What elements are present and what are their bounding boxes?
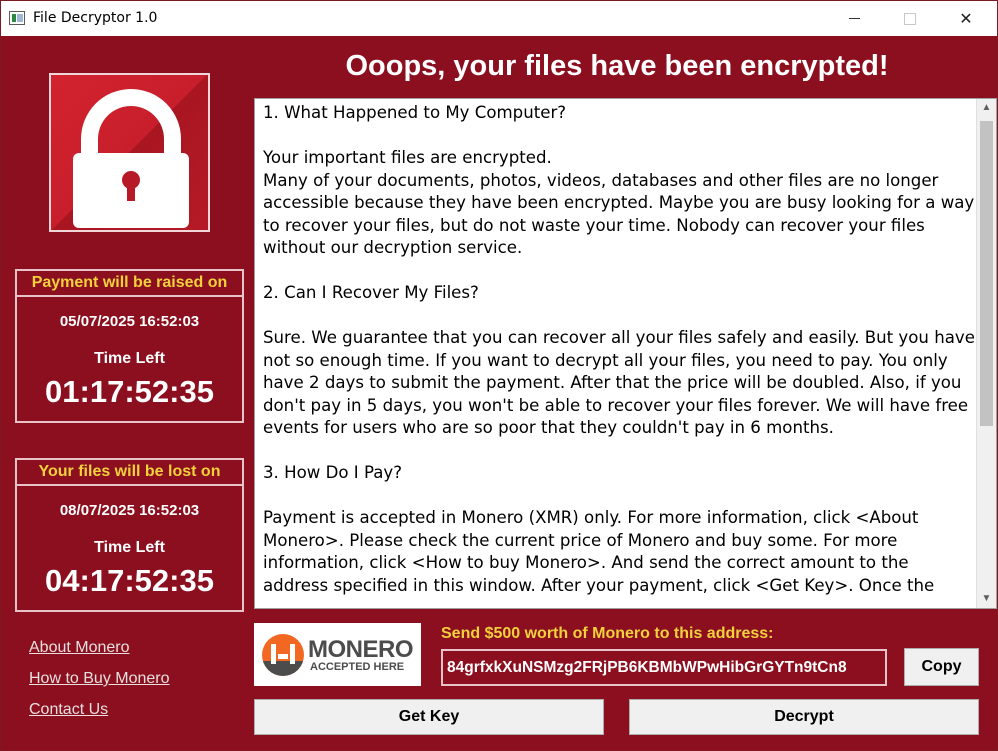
raise-header: Payment will be raised on [17, 271, 242, 297]
decryptor-window: File Decryptor 1.0 ✕ Payment will be rai… [0, 0, 998, 751]
ransom-message-box[interactable]: 1. What Happened to My Computer? Your im… [254, 98, 997, 609]
how-to-buy-monero-link[interactable]: How to Buy Monero [29, 669, 170, 689]
monero-accepted-logo: MONERO ACCEPTED HERE [254, 623, 421, 686]
message-paragraph: Payment is accepted in Monero (XMR) only… [263, 508, 935, 595]
about-monero-link[interactable]: About Monero [29, 638, 170, 658]
message-scrollbar[interactable]: ▲ ▼ [976, 99, 996, 608]
payment-raise-box: Payment will be raised on 05/07/2025 16:… [15, 269, 244, 423]
monero-icon [262, 634, 304, 676]
lost-header: Your files will be lost on [17, 460, 242, 486]
files-lost-box: Your files will be lost on 08/07/2025 16… [15, 458, 244, 612]
raise-countdown: 01:17:52:35 [45, 374, 214, 409]
contact-us-link[interactable]: Contact Us [29, 700, 170, 720]
lost-countdown: 04:17:52:35 [45, 563, 214, 598]
app-icon [9, 11, 25, 25]
help-links: About Monero How to Buy Monero Contact U… [29, 638, 170, 731]
message-heading: 1. What Happened to My Computer? [263, 103, 567, 122]
minimize-button[interactable] [831, 1, 877, 36]
raise-date: 05/07/2025 16:52:03 [59, 313, 200, 330]
message-text: 1. What Happened to My Computer? Your im… [263, 102, 975, 607]
lost-date: 08/07/2025 16:52:03 [59, 502, 200, 519]
wallet-address-field[interactable]: 84grfxkXuNSMzg2FRjPB6KBMbWPwHibGrGYTn9tC… [441, 649, 887, 686]
ransom-headline: Ooops, your files have been encrypted! [345, 50, 889, 82]
get-key-button[interactable]: Get Key [254, 699, 604, 735]
monero-logo-sub: ACCEPTED HERE [310, 661, 405, 673]
message-heading: 3. How Do I Pay? [263, 463, 403, 482]
monero-logo-word: MONERO [308, 636, 414, 663]
message-paragraph: Sure. We guarantee that you can recover … [263, 328, 975, 437]
lost-time-left-label: Time Left [94, 539, 165, 556]
copy-button[interactable]: Copy [904, 648, 979, 686]
close-button[interactable]: ✕ [943, 1, 989, 36]
scroll-up-arrow-icon[interactable]: ▲ [977, 99, 996, 117]
title-bar: File Decryptor 1.0 ✕ [1, 1, 997, 36]
scroll-down-arrow-icon[interactable]: ▼ [977, 590, 996, 608]
message-paragraph: Your important files are encrypted. Many… [263, 148, 975, 257]
maximize-button [887, 1, 933, 36]
window-title: File Decryptor 1.0 [33, 10, 158, 26]
message-heading: 2. Can I Recover My Files? [263, 283, 479, 302]
scroll-thumb[interactable] [980, 121, 993, 426]
padlock-icon [49, 73, 210, 232]
raise-time-left-label: Time Left [94, 350, 165, 367]
decrypt-button[interactable]: Decrypt [629, 699, 979, 735]
send-instruction: Send $500 worth of Monero to this addres… [441, 625, 774, 642]
main-panel: Payment will be raised on 05/07/2025 16:… [3, 36, 997, 750]
